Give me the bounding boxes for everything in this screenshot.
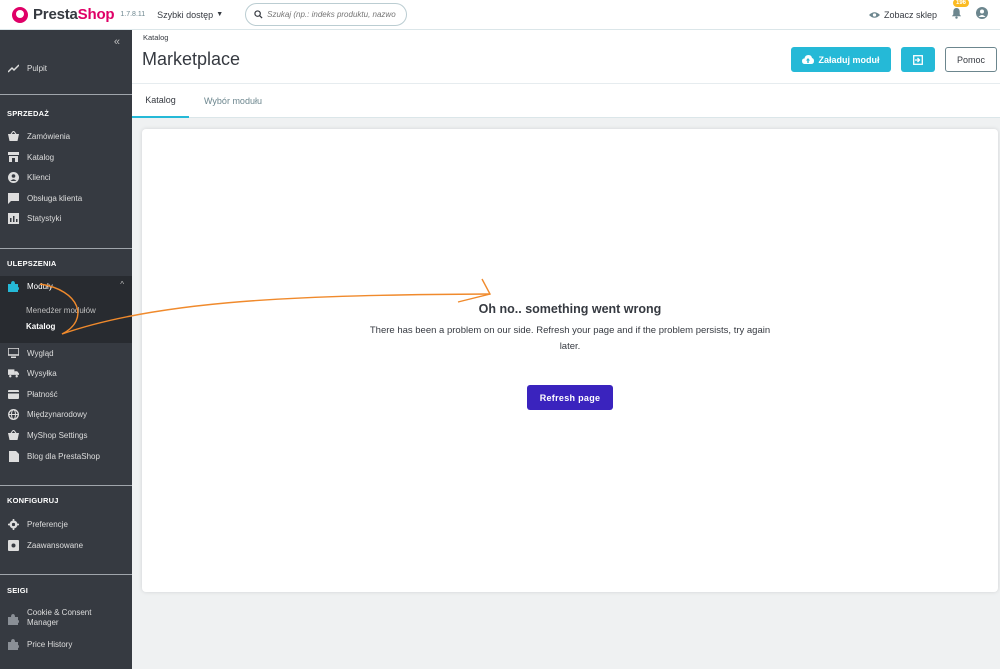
collapse-sidebar-icon[interactable]: «: [114, 36, 120, 48]
quick-access-label: Szybki dostęp: [157, 9, 214, 20]
sidebar-item-label: Zamówienia: [27, 131, 71, 141]
sidebar-item-blog[interactable]: Blog dla PrestaShop: [0, 446, 132, 466]
sidebar-item-label: Cookie & Consent Manager: [27, 608, 92, 627]
prestashop-logo-icon: [12, 6, 28, 23]
sidebar: « Pulpit SPRZEDAŻ Zamówienia Katalog Kli…: [0, 30, 132, 669]
sidebar-item-catalog[interactable]: Katalog: [0, 147, 132, 167]
puzzle-icon: [8, 614, 19, 625]
account-button[interactable]: [976, 6, 988, 24]
sidebar-item-preferences[interactable]: Preferencje: [0, 514, 132, 534]
globe-icon: [8, 408, 19, 420]
view-shop-label: Zobacz sklep: [883, 10, 937, 20]
search-bar[interactable]: [245, 3, 408, 26]
trending-up-icon: [8, 63, 19, 74]
sidebar-item-label: Price History: [27, 639, 73, 649]
gear-icon: [8, 518, 19, 530]
sidebar-subitem-catalog[interactable]: Katalog: [26, 322, 55, 331]
sidebar-item-label: Płatność: [27, 389, 58, 399]
settings-box-icon: [8, 539, 19, 551]
truck-icon: [8, 368, 19, 379]
sidebar-item-payment[interactable]: Płatność: [0, 384, 132, 404]
sidebar-item-international[interactable]: Międzynarodowy: [0, 404, 132, 424]
sidebar-item-orders[interactable]: Zamówienia: [0, 126, 132, 146]
search-input[interactable]: [267, 10, 398, 19]
sidebar-item-label: Katalog: [27, 152, 55, 162]
sidebar-item-modules[interactable]: Moduły ^: [0, 276, 132, 296]
chart-icon: [8, 212, 19, 224]
prestashop-logo[interactable]: PrestaShop: [12, 6, 115, 23]
tab-bar: Katalog Wybór modułu: [132, 83, 1000, 118]
login-box-icon: [913, 54, 923, 65]
breadcrumb[interactable]: Katalog: [143, 33, 168, 42]
caret-down-icon: ▼: [216, 11, 224, 18]
sidebar-item-label: Zaawansowane: [27, 540, 84, 550]
sidebar-item-label: Pulpit: [27, 63, 48, 73]
store-icon: [8, 152, 19, 163]
sidebar-item-statistics[interactable]: Statystyki: [0, 208, 132, 228]
tab-module-selection[interactable]: Wybór modułu: [192, 84, 274, 118]
sidebar-item-label: Wysyłka: [27, 368, 57, 378]
sidebar-divider: [0, 574, 132, 575]
sidebar-item-cookie-consent[interactable]: Cookie & Consent Manager: [0, 608, 132, 632]
sidebar-item-customers[interactable]: Klienci: [0, 167, 132, 187]
monitor-icon: [8, 348, 19, 359]
chevron-up-icon: ^: [120, 280, 124, 289]
sidebar-item-label: Statystyki: [27, 213, 62, 223]
sidebar-item-label: MyShop Settings: [27, 430, 88, 440]
sidebar-item-label: Blog dla PrestaShop: [27, 451, 100, 461]
section-sales: SPRZEDAŻ: [7, 109, 50, 118]
view-shop-link[interactable]: Zobacz sklep: [868, 10, 937, 20]
sidebar-divider: [0, 94, 132, 95]
book-icon: [8, 450, 19, 462]
sidebar-item-label: Obsługa klienta: [27, 193, 83, 203]
sidebar-item-myshop-settings[interactable]: MyShop Settings: [0, 425, 132, 445]
sidebar-subitem-module-manager[interactable]: Menedżer modułów: [26, 306, 96, 315]
section-improve: ULEPSZENIA: [7, 259, 57, 268]
sidebar-item-shipping[interactable]: Wysyłka: [0, 363, 132, 383]
bell-icon: [951, 7, 962, 19]
user-icon: [976, 7, 988, 19]
eye-icon: [868, 12, 880, 18]
sidebar-divider: [0, 248, 132, 249]
error-title: Oh no.. something went wrong: [478, 302, 662, 316]
section-configure: KONFIGURUJ: [7, 496, 59, 505]
error-message: There has been a problem on our side. Re…: [369, 325, 771, 352]
sidebar-item-label: Międzynarodowy: [27, 409, 88, 419]
upload-module-button[interactable]: Załaduj moduł: [791, 47, 891, 72]
help-button[interactable]: Pomoc: [945, 47, 997, 72]
puzzle-icon: [8, 280, 19, 292]
sidebar-item-advanced[interactable]: Zaawansowane: [0, 535, 132, 555]
tab-catalog[interactable]: Katalog: [132, 84, 189, 118]
refresh-page-button[interactable]: Refresh page: [527, 385, 613, 410]
sidebar-item-customer-service[interactable]: Obsługa klienta: [0, 188, 132, 208]
basket-icon: [8, 430, 19, 441]
sidebar-item-price-history[interactable]: Price History: [0, 634, 132, 654]
sidebar-item-label: Moduły: [27, 281, 53, 291]
page-header: Katalog Marketplace Załaduj moduł Pomoc: [132, 30, 1000, 83]
sidebar-item-label: Klienci: [27, 172, 51, 182]
top-bar: PrestaShop 1.7.8.11 Szybki dostęp ▼ Zoba…: [0, 0, 1000, 30]
page-title: Marketplace: [142, 49, 241, 69]
cloud-upload-icon: [802, 55, 815, 64]
credit-card-icon: [8, 389, 19, 400]
version-label: 1.7.8.11: [120, 11, 146, 18]
sidebar-item-label: Wygląd: [27, 348, 54, 358]
upload-module-label: Załaduj moduł: [818, 54, 880, 65]
connect-button[interactable]: [901, 47, 935, 72]
sidebar-item-dashboard[interactable]: Pulpit: [0, 58, 132, 78]
notifications-badge: 196: [952, 0, 969, 7]
sidebar-divider: [0, 485, 132, 486]
quick-access-dropdown[interactable]: Szybki dostęp ▼: [157, 10, 223, 20]
section-seigi: SEIGI: [7, 586, 29, 595]
sidebar-item-appearance[interactable]: Wygląd: [0, 343, 132, 363]
notifications-button[interactable]: 196: [951, 0, 969, 24]
basket-icon: [8, 131, 19, 142]
puzzle-icon: [8, 638, 19, 650]
sidebar-item-label: Preferencje: [27, 519, 68, 529]
account-circle-icon: [8, 171, 19, 183]
error-card: Oh no.. something went wrong There has b…: [142, 129, 998, 592]
search-icon: [254, 10, 263, 19]
chat-icon: [8, 192, 19, 204]
brand-name: PrestaShop: [33, 6, 115, 23]
